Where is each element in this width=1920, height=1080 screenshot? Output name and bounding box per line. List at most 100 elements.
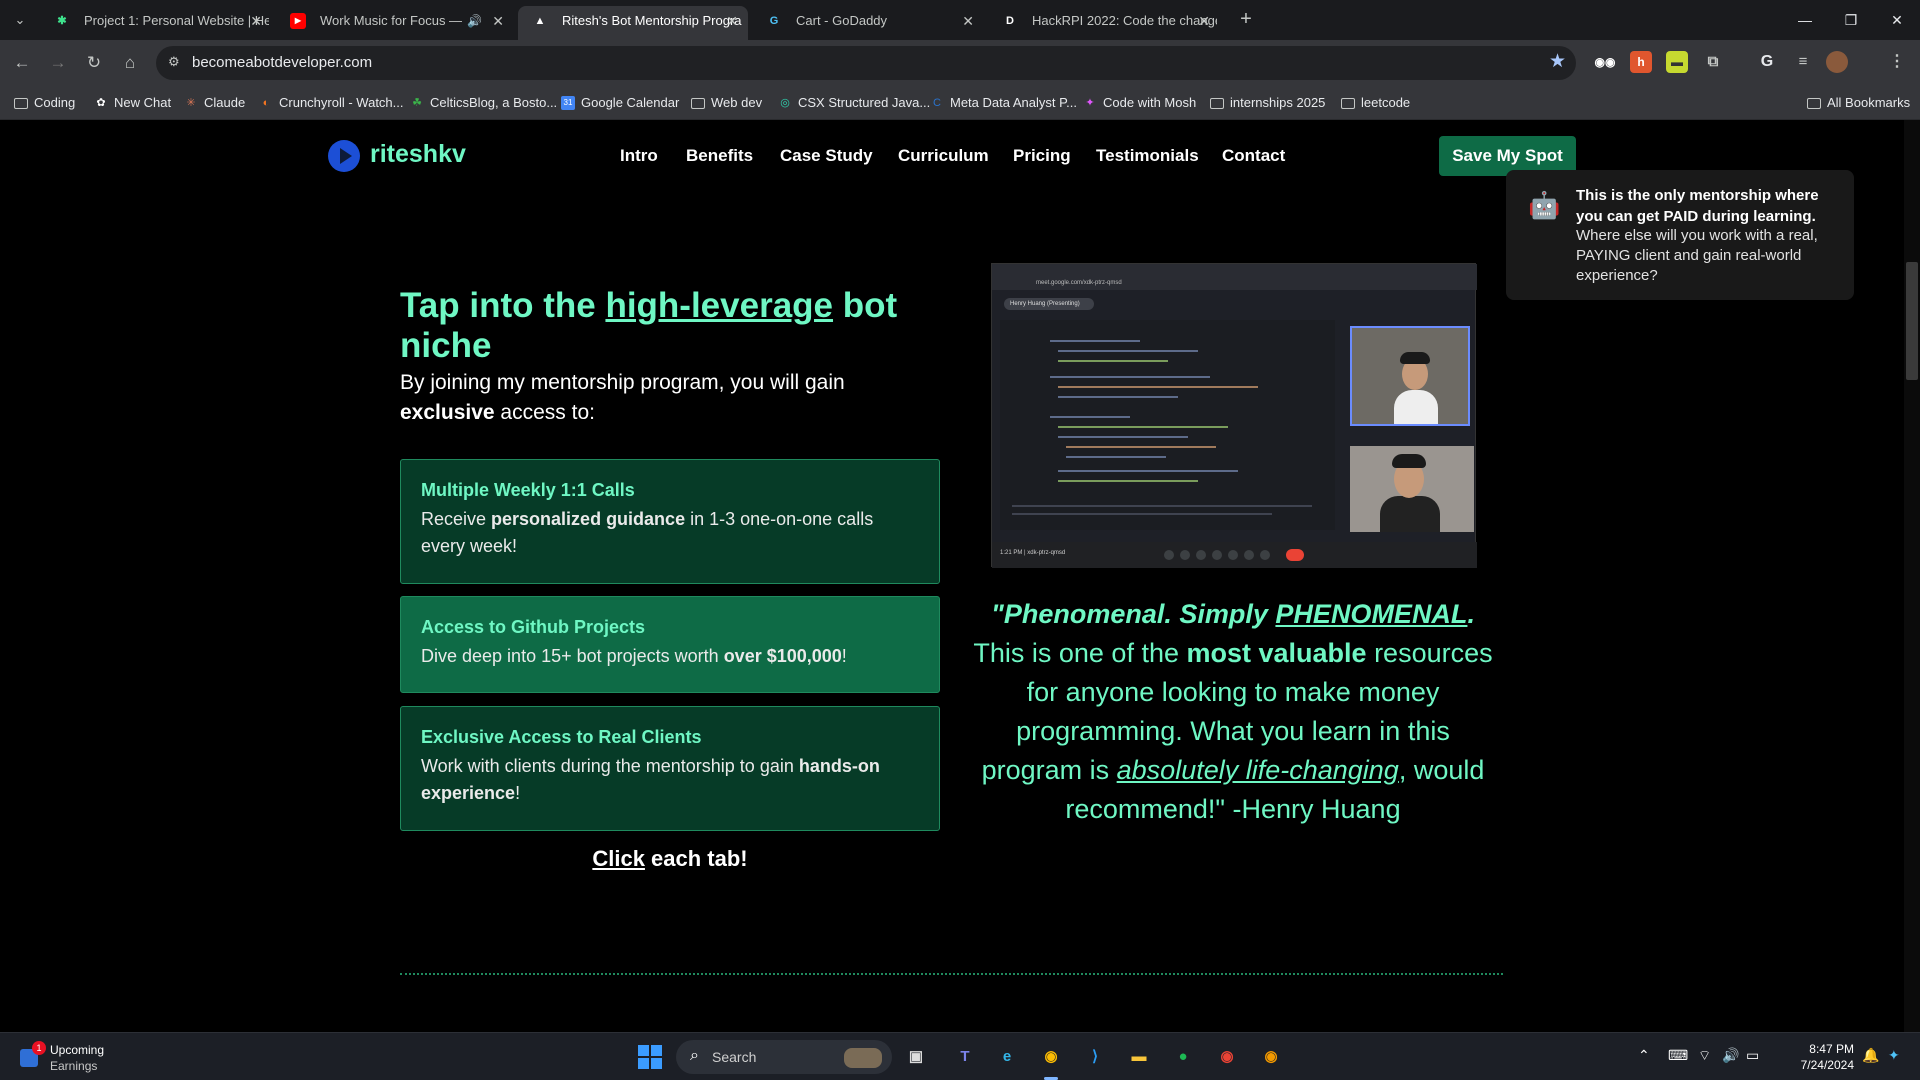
chrome-profile-icon[interactable]: ◉ xyxy=(1212,1042,1242,1072)
bookmark-claude[interactable]: ✳ Claude xyxy=(184,92,245,114)
tab-hackrpi[interactable]: D HackRPI 2022: Code the change ✕ xyxy=(988,6,1220,40)
headline-link[interactable]: high-leverage xyxy=(605,286,833,325)
wifi-icon[interactable]: ⌔ xyxy=(1698,1047,1711,1065)
volume-icon[interactable]: 🔊 xyxy=(1722,1047,1739,1064)
nav-case-study[interactable]: Case Study xyxy=(780,146,873,166)
forward-button[interactable]: → xyxy=(46,51,70,75)
bookmark-celticsblog[interactable]: ☘ CelticsBlog, a Bosto... xyxy=(410,92,557,114)
file-explorer-icon[interactable]: ▬ xyxy=(1124,1042,1154,1072)
home-button[interactable]: ⌂ xyxy=(118,51,142,75)
cursor-icon: ✱ xyxy=(57,15,67,27)
nav-intro[interactable]: Intro xyxy=(620,146,658,166)
tab-project-1[interactable]: ✱ Project 1: Personal Website | He ✕ xyxy=(40,6,272,40)
triangle-icon: ▲ xyxy=(534,15,546,27)
tab-search-button[interactable]: ⌄ xyxy=(8,8,32,32)
end-call-icon xyxy=(1286,549,1304,561)
folder-icon xyxy=(1210,98,1224,109)
robot-icon: 🤖 xyxy=(1528,190,1561,220)
edge-icon[interactable]: e xyxy=(992,1042,1022,1072)
section-lead: By joining my mentorship program, you wi… xyxy=(400,371,845,424)
bookmark-csx[interactable]: ◎ CSX Structured Java... xyxy=(778,92,930,114)
new-tab-button[interactable]: + xyxy=(1232,6,1260,34)
url-text[interactable]: becomeabotdeveloper.com xyxy=(192,54,372,71)
paid-learning-popup: 🤖 This is the only mentorship where you … xyxy=(1506,170,1854,300)
nav-pricing[interactable]: Pricing xyxy=(1013,146,1071,166)
close-icon[interactable]: ✕ xyxy=(726,6,738,36)
tab-bot-mentorship[interactable]: ▲ Ritesh's Bot Mentorship Progra ✕ xyxy=(518,6,748,40)
site-info-icon[interactable]: ⚙ xyxy=(168,54,180,70)
battery-icon[interactable]: ▭ xyxy=(1746,1047,1759,1064)
close-icon[interactable]: ✕ xyxy=(962,6,974,36)
benefit-tab-weekly-calls[interactable]: Multiple Weekly 1:1 Calls Receive person… xyxy=(400,459,940,584)
nav-testimonials[interactable]: Testimonials xyxy=(1096,146,1199,166)
devpost-icon: D xyxy=(1006,15,1014,27)
spotify-icon[interactable]: ● xyxy=(1168,1042,1198,1072)
notifications-bell-icon[interactable]: 🔔 xyxy=(1862,1047,1879,1064)
search-icon: ⌕ xyxy=(690,1047,699,1064)
extension-notes-icon[interactable]: ▬ xyxy=(1666,51,1688,73)
chatgpt-icon: ✿ xyxy=(96,97,106,109)
popup-body: Where else will you work with a real, PA… xyxy=(1576,227,1818,284)
site-brand[interactable]: riteshkv xyxy=(370,140,466,169)
logo-icon[interactable] xyxy=(328,140,360,172)
folder-icon xyxy=(1807,98,1821,109)
nav-curriculum[interactable]: Curriculum xyxy=(898,146,989,166)
browser-chrome: ⌄ ✱ Project 1: Personal Website | He ✕ ▶… xyxy=(0,0,1920,120)
bookmark-star-icon[interactable]: ★ xyxy=(1549,50,1566,73)
back-button[interactable]: ← xyxy=(10,51,34,75)
chrome-icon[interactable]: ◉ xyxy=(1036,1042,1066,1072)
bookmark-code-with-mosh[interactable]: ✦ Code with Mosh xyxy=(1083,92,1196,114)
folder-icon xyxy=(1341,98,1355,109)
extension-glasses-icon[interactable]: ◉◉ xyxy=(1594,51,1616,73)
extensions-puzzle-icon[interactable]: ⧉ xyxy=(1702,51,1724,73)
kebab-menu-icon[interactable]: ⋮ xyxy=(1886,51,1908,73)
benefit-tab-real-clients[interactable]: Exclusive Access to Real Clients Work wi… xyxy=(400,706,940,831)
minimize-button[interactable]: — xyxy=(1782,0,1828,40)
restore-button[interactable]: ❐ xyxy=(1828,0,1874,40)
bookmark-new-chat[interactable]: ✿ New Chat xyxy=(94,92,171,114)
all-bookmarks[interactable]: All Bookmarks xyxy=(1807,92,1910,114)
search-highlight-image xyxy=(844,1048,882,1068)
copilot-icon[interactable]: ✦ xyxy=(1888,1047,1900,1064)
extension-honey-icon[interactable]: h xyxy=(1630,51,1652,73)
media-control-icon[interactable]: ≡ xyxy=(1792,51,1814,73)
reload-button[interactable]: ↻ xyxy=(82,51,106,75)
bookmark-coding[interactable]: Coding xyxy=(14,92,75,114)
bookmark-leetcode[interactable]: leetcode xyxy=(1341,92,1410,114)
tab-work-music[interactable]: ▶ Work Music for Focus — Ul 🔊 ✕ xyxy=(276,6,514,40)
crunchyroll-icon: ◐ xyxy=(262,97,270,109)
teams-icon[interactable]: T xyxy=(950,1042,980,1072)
presenting-label: Henry Huang (Presenting) xyxy=(1004,298,1094,310)
system-clock[interactable]: 8:47 PM 7/24/2024 xyxy=(1778,1041,1854,1073)
bookmark-web-dev[interactable]: Web dev xyxy=(691,92,762,114)
google-icon[interactable]: G xyxy=(1756,51,1778,73)
close-icon[interactable]: ✕ xyxy=(1198,6,1210,36)
taskbar-search[interactable]: ⌕ Search xyxy=(676,1040,892,1074)
close-icon[interactable]: ✕ xyxy=(492,6,504,36)
page-scrollbar[interactable] xyxy=(1904,120,1920,1032)
close-icon[interactable]: ✕ xyxy=(250,6,262,36)
speaker-icon[interactable]: 🔊 xyxy=(467,6,482,36)
show-hidden-icons-button[interactable]: ⌃ xyxy=(1638,1047,1650,1064)
bookmark-crunchyroll[interactable]: ◐ Crunchyroll - Watch... xyxy=(259,92,404,114)
keyboard-layout-icon[interactable]: ⌨ xyxy=(1668,1047,1688,1064)
scrollbar-thumb[interactable] xyxy=(1906,262,1918,380)
widgets-button[interactable]: 1 Upcoming Earnings xyxy=(18,1041,168,1075)
vscode-icon[interactable]: ⟩ xyxy=(1080,1042,1110,1072)
card-title: Multiple Weekly 1:1 Calls xyxy=(421,480,635,500)
profile-avatar[interactable] xyxy=(1826,51,1848,73)
bookmark-meta-data-analyst[interactable]: C Meta Data Analyst P... xyxy=(930,92,1077,114)
calendar-icon: 31 xyxy=(561,96,575,110)
benefit-tab-github-projects[interactable]: Access to Github Projects Dive deep into… xyxy=(400,596,940,693)
tab-godaddy[interactable]: G Cart - GoDaddy ✕ xyxy=(752,6,984,40)
task-view-icon[interactable]: ▣ xyxy=(901,1042,931,1072)
window-close-button[interactable]: ✕ xyxy=(1874,0,1920,40)
start-button[interactable] xyxy=(638,1045,662,1069)
bookmark-internships-2025[interactable]: internships 2025 xyxy=(1210,92,1325,114)
nav-contact[interactable]: Contact xyxy=(1222,146,1285,166)
nav-benefits[interactable]: Benefits xyxy=(686,146,753,166)
card-title: Exclusive Access to Real Clients xyxy=(421,727,702,747)
bookmark-google-calendar[interactable]: 31 Google Calendar xyxy=(561,92,679,114)
chrome-canary-icon[interactable]: ◉ xyxy=(1256,1042,1286,1072)
address-bar[interactable]: ⚙ becomeabotdeveloper.com ★ xyxy=(156,46,1576,80)
